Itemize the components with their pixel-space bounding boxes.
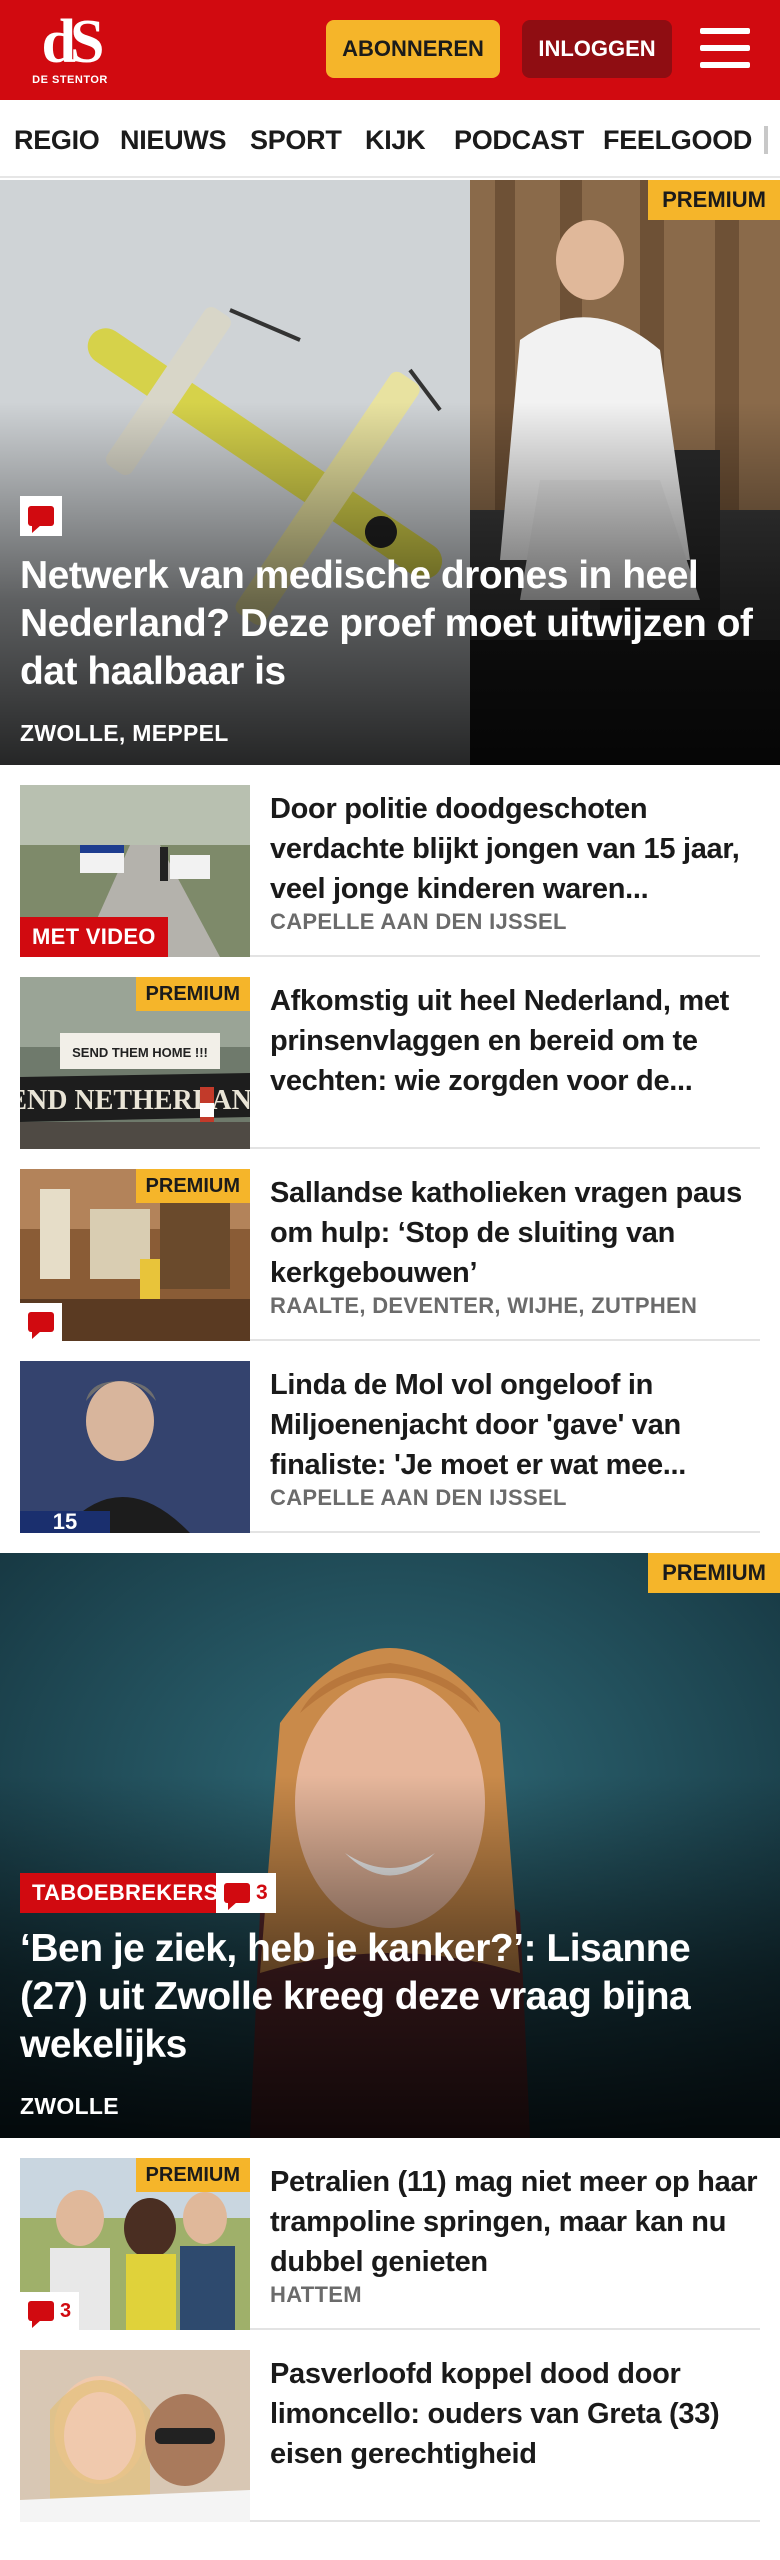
site-header: dS DE STENTOR ABONNEREN INLOGGEN (0, 0, 780, 100)
list-item[interactable]: PREMIUM 3 Petralien (11) mag niet meer o… (20, 2158, 760, 2330)
site-logo[interactable]: dS DE STENTOR (28, 8, 112, 88)
article-location: HATTEM (270, 2282, 362, 2307)
nav-item-sport[interactable]: SPORT (250, 100, 342, 176)
hero-location: ZWOLLE (20, 2093, 119, 2119)
list-item[interactable]: SEND THEM HOME !!! DEFEND NETHERLANDS PR… (20, 977, 760, 1149)
subscribe-button[interactable]: ABONNEREN (326, 20, 500, 78)
logo-mark: dS (41, 8, 105, 76)
list-item[interactable]: MET VIDEO Door politie doodgeschoten ver… (20, 785, 760, 957)
hero-location: ZWOLLE, MEPPEL (20, 720, 229, 746)
list-item[interactable]: 15 Linda de Mol vol ongeloof in Miljoene… (20, 1361, 760, 1533)
article-title[interactable]: Linda de Mol vol ongeloof in Miljoenenja… (270, 1365, 760, 1485)
nav-item-podcast[interactable]: PODCAST (454, 100, 584, 176)
article-thumbnail: MET VIDEO (20, 785, 250, 957)
article-location: CAPELLE AAN DEN IJSSEL (270, 909, 567, 934)
article-title[interactable]: Pasverloofd koppel dood door limoncello:… (270, 2354, 760, 2474)
premium-badge: PREMIUM (648, 1553, 780, 1593)
article-thumbnail (20, 2350, 250, 2522)
premium-badge: PREMIUM (135, 977, 250, 1011)
logo-subtitle: DE STENTOR (32, 74, 108, 86)
nav-overflow-hint (764, 126, 768, 154)
screen-number: 15 (53, 1509, 77, 1533)
hero-article-lisanne[interactable]: PREMIUM TABOEBREKERS 3 ‘Ben je ziek, heb… (0, 1553, 780, 2138)
comment-icon (28, 2301, 54, 2328)
article-thumbnail: 15 (20, 1361, 250, 1533)
article-thumbnail: SEND THEM HOME !!! DEFEND NETHERLANDS PR… (20, 977, 250, 1149)
nav-item-regio[interactable]: REGIO (14, 100, 100, 176)
protest-sign-text: DEFEND NETHERLANDS (20, 1085, 250, 1116)
article-title[interactable]: Petralien (11) mag niet meer op haar tra… (270, 2162, 760, 2282)
article-location: RAALTE, DEVENTER, WIJHE, ZUTPHEN (270, 1293, 698, 1318)
article-thumbnail: PREMIUM 3 (20, 2158, 250, 2330)
nav-item-kijk[interactable]: KIJK (365, 100, 426, 176)
premium-badge: PREMIUM (135, 1169, 250, 1203)
list-item[interactable]: PREMIUM Sallandse katholieken vragen pau… (20, 1169, 760, 1341)
comment-badge[interactable]: 3 (216, 1873, 276, 1913)
article-title[interactable]: Door politie doodgeschoten verdachte bli… (270, 789, 760, 909)
article-title[interactable]: Sallandse katholieken vragen paus om hul… (270, 1173, 760, 1293)
comment-icon (28, 506, 54, 533)
comment-icon (224, 1883, 250, 1910)
article-location: CAPELLE AAN DEN IJSSEL (270, 1485, 567, 1510)
comment-badge[interactable] (20, 1303, 62, 1341)
category-label[interactable]: TABOEBREKERS (20, 1873, 231, 1913)
hamburger-icon[interactable] (700, 24, 754, 74)
comment-count: 3 (256, 1881, 268, 1904)
premium-badge: PREMIUM (648, 180, 780, 220)
hero-title[interactable]: ‘Ben je ziek, heb je kanker?’: Lisanne (… (20, 1925, 760, 2069)
comment-count: 3 (60, 2299, 72, 2322)
comment-icon (28, 1312, 54, 1339)
premium-badge: PREMIUM (135, 2158, 250, 2192)
nav-item-feelgood[interactable]: FEELGOOD (603, 100, 752, 176)
comment-badge[interactable]: 3 (20, 2292, 80, 2330)
comment-badge[interactable] (20, 496, 62, 536)
hero-article-drones[interactable]: PREMIUM Netwerk van medische drones in h… (0, 180, 780, 765)
hero-title[interactable]: Netwerk van medische drones in heel Nede… (20, 552, 760, 696)
list-item[interactable]: Pasverloofd koppel dood door limoncello:… (20, 2350, 760, 2522)
protest-banner-text: SEND THEM HOME !!! (72, 1045, 208, 1060)
article-thumbnail: PREMIUM (20, 1169, 250, 1341)
nav-item-nieuws[interactable]: NIEUWS (120, 100, 227, 176)
video-label: MET VIDEO (20, 917, 168, 957)
article-title[interactable]: Afkomstig uit heel Nederland, met prinse… (270, 981, 760, 1101)
section-nav: REGIO NIEUWS SPORT KIJK PODCAST FEELGOOD (0, 100, 780, 178)
login-button[interactable]: INLOGGEN (522, 20, 672, 78)
